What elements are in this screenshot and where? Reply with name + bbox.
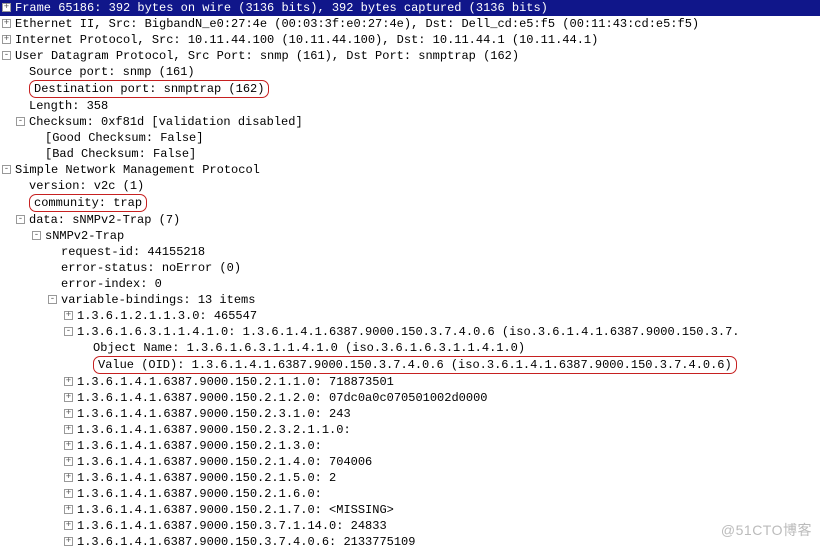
udp-checksum-text: Checksum: 0xf81d [validation disabled] (29, 114, 303, 130)
udp-length-text: Length: 358 (29, 98, 108, 114)
varbind-text: 1.3.6.1.4.1.6387.9000.150.2.3.1.0: 243 (77, 406, 351, 422)
highlight-community: community: trap (29, 194, 147, 212)
varbind-item[interactable]: + 1.3.6.1.4.1.6387.9000.150.2.1.7.0: <MI… (0, 502, 820, 518)
varbind-item[interactable]: + 1.3.6.1.4.1.6387.9000.150.3.7.4.0.6: 2… (0, 534, 820, 550)
udp-good-checksum[interactable]: [Good Checksum: False] (0, 130, 820, 146)
object-name-text: Object Name: 1.3.6.1.6.3.1.1.4.1.0 (iso.… (93, 340, 525, 356)
snmp-data[interactable]: - data: sNMPv2-Trap (7) (0, 212, 820, 228)
toggle-plus-icon[interactable]: + (2, 3, 11, 12)
toggle-plus-icon[interactable]: + (64, 425, 73, 434)
ethernet-text: Ethernet II, Src: BigbandN_e0:27:4e (00:… (15, 16, 699, 32)
varbind-text: 1.3.6.1.6.3.1.1.4.1.0: 1.3.6.1.4.1.6387.… (77, 324, 740, 340)
varbind-item[interactable]: + 1.3.6.1.4.1.6387.9000.150.2.1.4.0: 704… (0, 454, 820, 470)
udp-row[interactable]: - User Datagram Protocol, Src Port: snmp… (0, 48, 820, 64)
toggle-plus-icon[interactable]: + (64, 537, 73, 546)
snmp-row[interactable]: - Simple Network Management Protocol (0, 162, 820, 178)
frame-text: Frame 65186: 392 bytes on wire (3136 bit… (15, 0, 548, 16)
error-status[interactable]: error-status: noError (0) (0, 260, 820, 276)
varbind-text: 1.3.6.1.4.1.6387.9000.150.2.1.2.0: 07dc0… (77, 390, 487, 406)
toggle-minus-icon[interactable]: - (48, 295, 57, 304)
snmp-text: Simple Network Management Protocol (15, 162, 260, 178)
error-status-text: error-status: noError (0) (61, 260, 241, 276)
varbind-text: 1.3.6.1.4.1.6387.9000.150.2.3.2.1.1.0: (77, 422, 351, 438)
watermark: @51CTO博客 (721, 522, 812, 538)
varbind-item[interactable]: + 1.3.6.1.4.1.6387.9000.150.2.3.2.1.1.0: (0, 422, 820, 438)
toggle-minus-icon[interactable]: - (2, 165, 11, 174)
good-chk-text: [Good Checksum: False] (45, 130, 203, 146)
highlight-dst-port: Destination port: snmptrap (162) (29, 80, 269, 98)
toggle-plus-icon[interactable]: + (64, 377, 73, 386)
object-name[interactable]: Object Name: 1.3.6.1.6.3.1.1.4.1.0 (iso.… (0, 340, 820, 356)
varbind-item[interactable]: + 1.3.6.1.4.1.6387.9000.150.2.1.1.0: 718… (0, 374, 820, 390)
snmp-version-text: version: v2c (1) (29, 178, 144, 194)
varbind-text: 1.3.6.1.4.1.6387.9000.150.2.1.1.0: 71887… (77, 374, 394, 390)
udp-srcport[interactable]: Source port: snmp (161) (0, 64, 820, 80)
ip-text: Internet Protocol, Src: 10.11.44.100 (10… (15, 32, 598, 48)
snmp-version[interactable]: version: v2c (1) (0, 178, 820, 194)
bad-chk-text: [Bad Checksum: False] (45, 146, 196, 162)
toggle-plus-icon[interactable]: + (64, 489, 73, 498)
toggle-plus-icon[interactable]: + (64, 311, 73, 320)
varbind-item[interactable]: + 1.3.6.1.4.1.6387.9000.150.2.1.3.0: (0, 438, 820, 454)
toggle-plus-icon[interactable]: + (64, 521, 73, 530)
toggle-plus-icon[interactable]: + (64, 473, 73, 482)
toggle-plus-icon[interactable]: + (64, 505, 73, 514)
toggle-plus-icon[interactable]: + (2, 35, 11, 44)
toggle-plus-icon[interactable]: + (64, 441, 73, 450)
toggle-minus-icon[interactable]: - (16, 117, 25, 126)
snmp-data-text: data: sNMPv2-Trap (7) (29, 212, 180, 228)
toggle-plus-icon[interactable]: + (64, 457, 73, 466)
toggle-plus-icon[interactable]: + (64, 409, 73, 418)
error-index[interactable]: error-index: 0 (0, 276, 820, 292)
varbind-item[interactable]: + 1.3.6.1.4.1.6387.9000.150.3.7.1.14.0: … (0, 518, 820, 534)
value-oid[interactable]: Value (OID): 1.3.6.1.4.1.6387.9000.150.3… (0, 356, 820, 374)
variable-bindings-text: variable-bindings: 13 items (61, 292, 255, 308)
varbind-item[interactable]: + 1.3.6.1.4.1.6387.9000.150.2.1.5.0: 2 (0, 470, 820, 486)
varbind-text: 1.3.6.1.4.1.6387.9000.150.2.1.3.0: (77, 438, 322, 454)
error-index-text: error-index: 0 (61, 276, 162, 292)
toggle-minus-icon[interactable]: - (16, 215, 25, 224)
varbind-item[interactable]: + 1.3.6.1.4.1.6387.9000.150.2.3.1.0: 243 (0, 406, 820, 422)
variable-bindings[interactable]: - variable-bindings: 13 items (0, 292, 820, 308)
varbind-text: 1.3.6.1.4.1.6387.9000.150.3.7.4.0.6: 213… (77, 534, 415, 550)
udp-checksum[interactable]: - Checksum: 0xf81d [validation disabled] (0, 114, 820, 130)
snmp-trap-text: sNMPv2-Trap (45, 228, 124, 244)
varbind-text: 1.3.6.1.4.1.6387.9000.150.2.1.6.0: (77, 486, 322, 502)
highlight-value-oid: Value (OID): 1.3.6.1.4.1.6387.9000.150.3… (93, 356, 737, 374)
toggle-plus-icon[interactable]: + (2, 19, 11, 28)
varbind-item[interactable]: - 1.3.6.1.6.3.1.1.4.1.0: 1.3.6.1.4.1.638… (0, 324, 820, 340)
udp-bad-checksum[interactable]: [Bad Checksum: False] (0, 146, 820, 162)
varbind-item[interactable]: + 1.3.6.1.4.1.6387.9000.150.2.1.6.0: (0, 486, 820, 502)
varbind-text: 1.3.6.1.2.1.1.3.0: 465547 (77, 308, 257, 324)
toggle-minus-icon[interactable]: - (2, 51, 11, 60)
udp-srcport-text: Source port: snmp (161) (29, 64, 195, 80)
varbind-text: 1.3.6.1.4.1.6387.9000.150.2.1.5.0: 2 (77, 470, 336, 486)
varbind-item[interactable]: + 1.3.6.1.2.1.1.3.0: 465547 (0, 308, 820, 324)
varbind-item[interactable]: + 1.3.6.1.4.1.6387.9000.150.2.1.2.0: 07d… (0, 390, 820, 406)
request-id-text: request-id: 44155218 (61, 244, 205, 260)
toggle-minus-icon[interactable]: - (32, 231, 41, 240)
request-id[interactable]: request-id: 44155218 (0, 244, 820, 260)
frame-summary[interactable]: + Frame 65186: 392 bytes on wire (3136 b… (0, 0, 820, 16)
ethernet-row[interactable]: + Ethernet II, Src: BigbandN_e0:27:4e (0… (0, 16, 820, 32)
varbind-text: 1.3.6.1.4.1.6387.9000.150.2.1.4.0: 70400… (77, 454, 372, 470)
toggle-plus-icon[interactable]: + (64, 393, 73, 402)
varbind-text: 1.3.6.1.4.1.6387.9000.150.2.1.7.0: <MISS… (77, 502, 394, 518)
udp-text: User Datagram Protocol, Src Port: snmp (… (15, 48, 519, 64)
snmp-trap[interactable]: - sNMPv2-Trap (0, 228, 820, 244)
udp-length[interactable]: Length: 358 (0, 98, 820, 114)
ip-row[interactable]: + Internet Protocol, Src: 10.11.44.100 (… (0, 32, 820, 48)
snmp-community[interactable]: community: trap (0, 194, 820, 212)
varbind-text: 1.3.6.1.4.1.6387.9000.150.3.7.1.14.0: 24… (77, 518, 387, 534)
udp-dstport[interactable]: Destination port: snmptrap (162) (0, 80, 820, 98)
toggle-minus-icon[interactable]: - (64, 327, 73, 336)
